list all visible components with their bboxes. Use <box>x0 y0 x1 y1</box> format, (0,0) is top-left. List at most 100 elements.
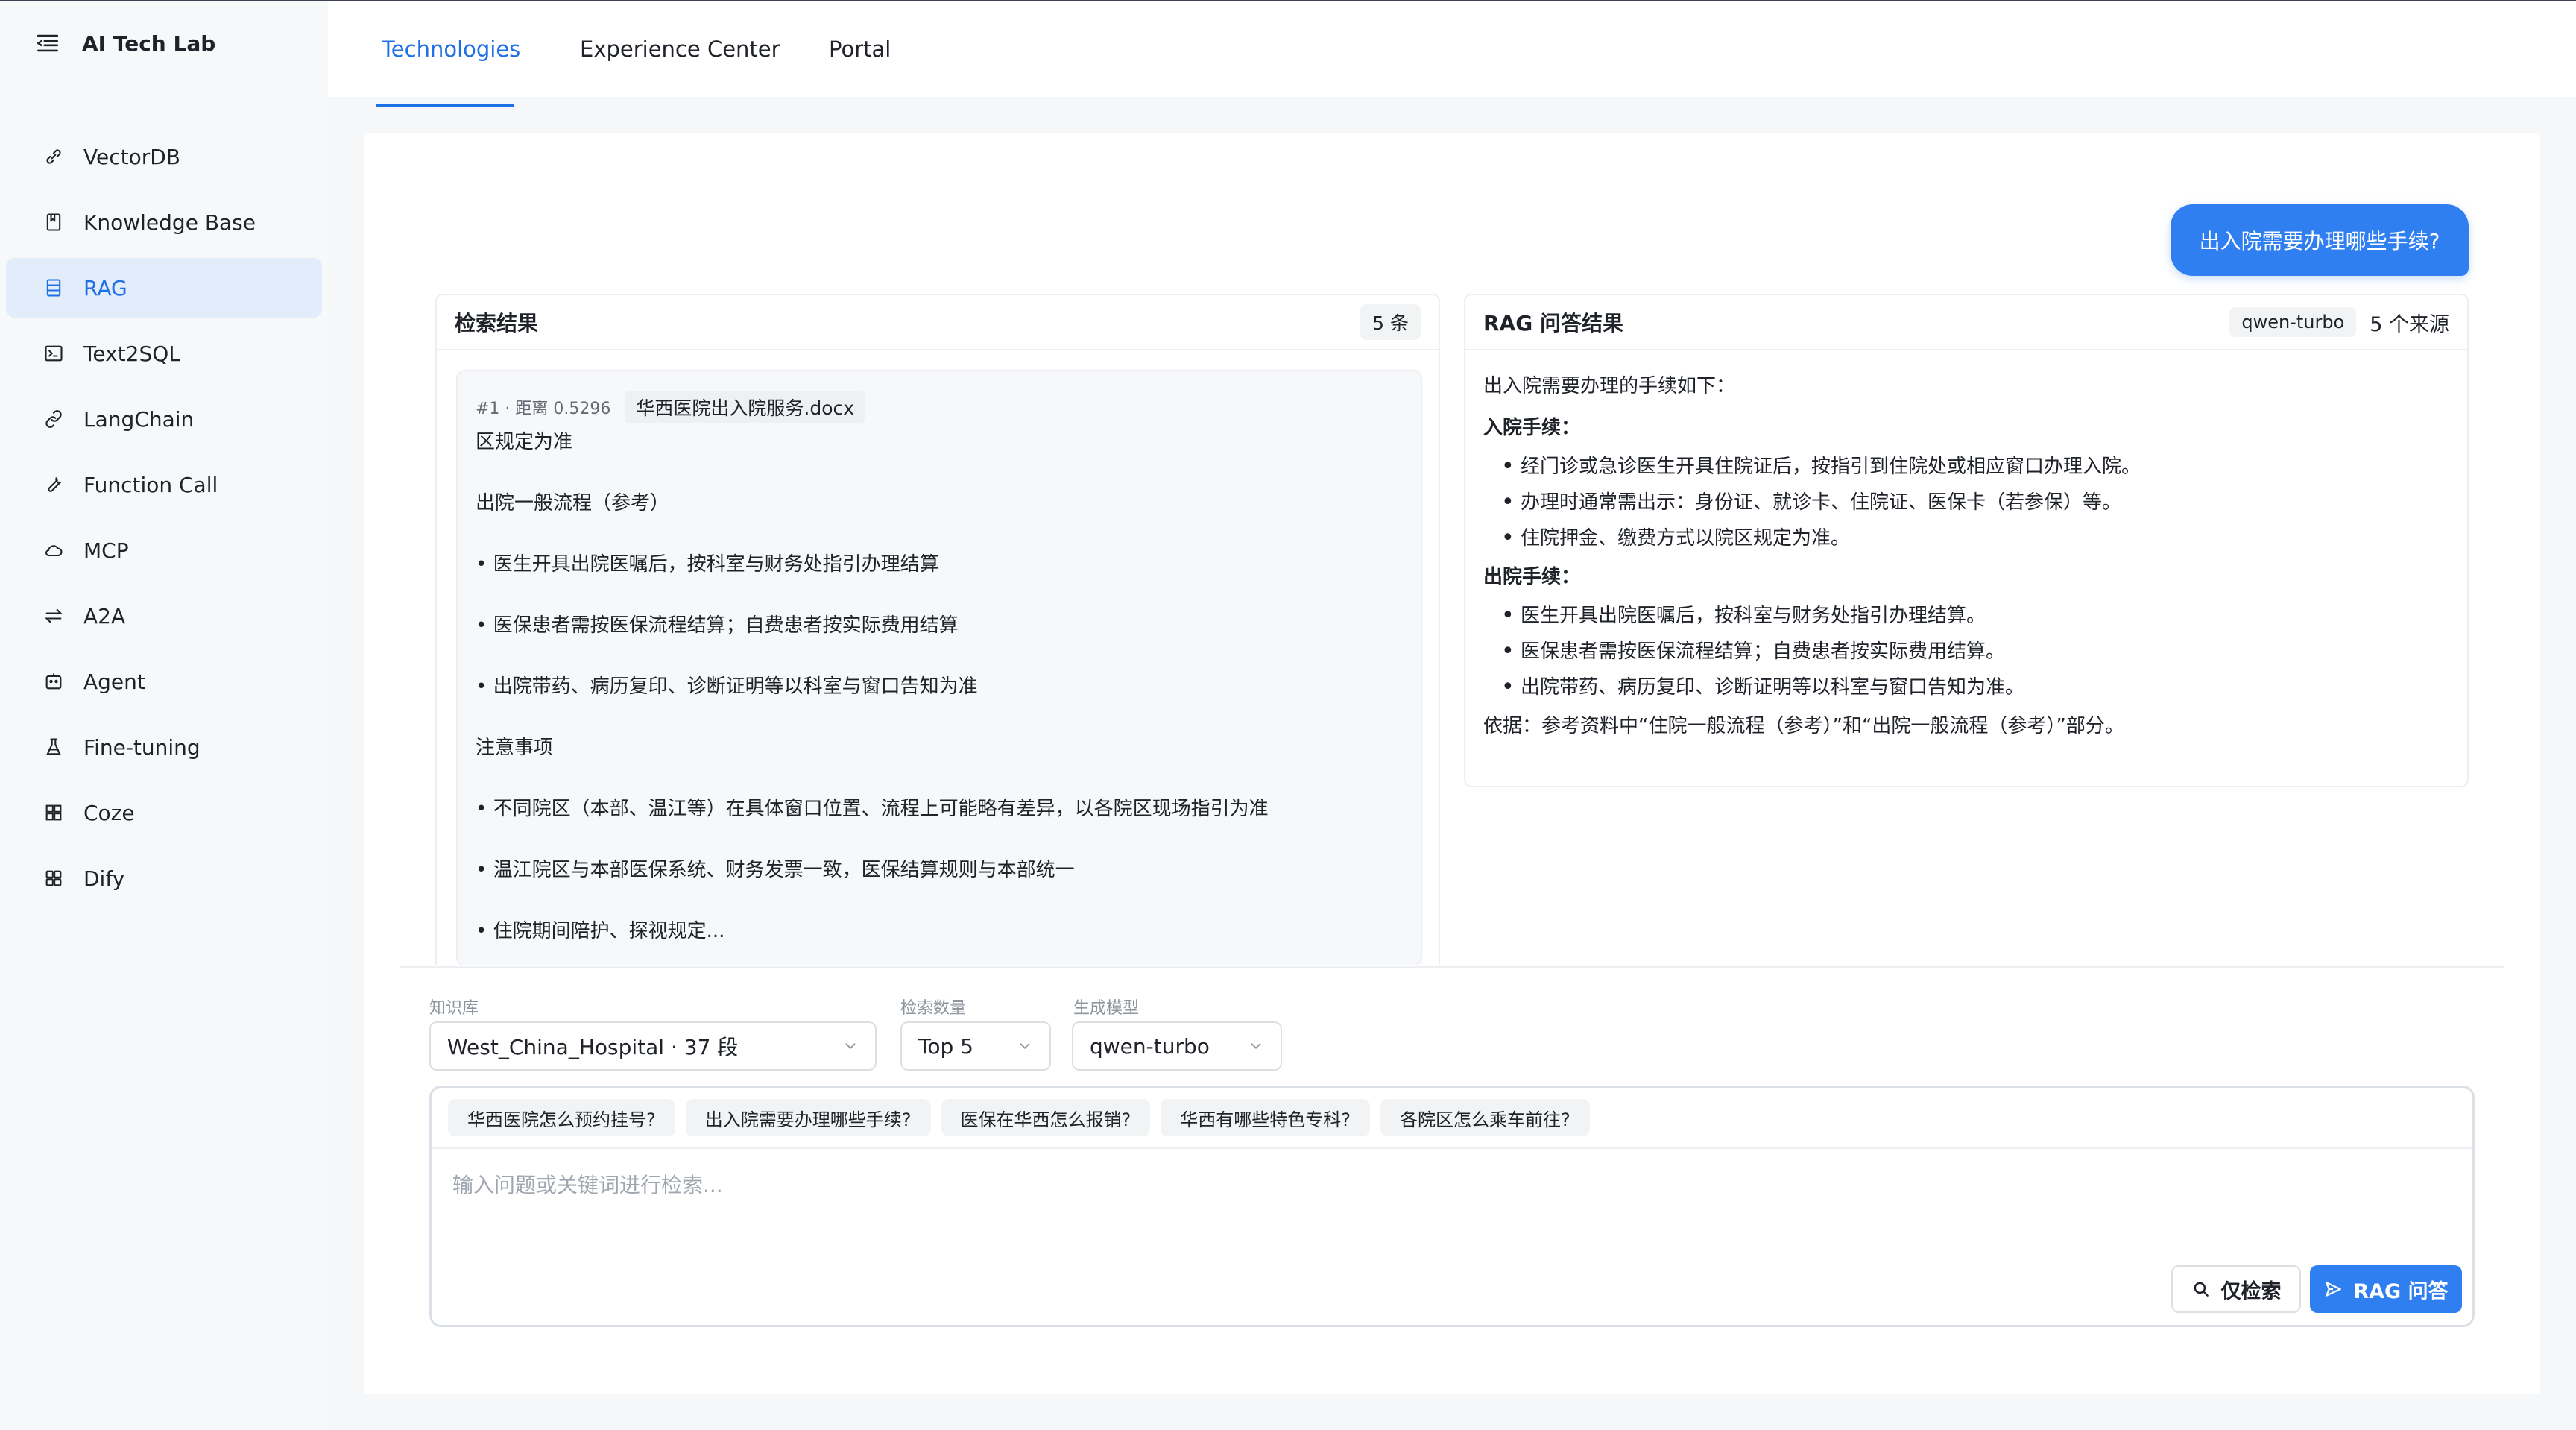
button-label: 仅检索 <box>2220 1279 2282 1303</box>
grid-icon <box>42 801 66 825</box>
model-select[interactable]: qwen-turbo <box>1072 1021 1282 1071</box>
model-label: 生成模型 <box>1073 999 1140 1018</box>
panel-header: 检索结果 5 条 <box>437 295 1439 350</box>
list-item: 出院带药、病历复印、诊断证明等以科室与窗口告知为准。 <box>1501 670 2449 705</box>
search-icon <box>2191 1279 2211 1299</box>
query-composer: 华西医院怎么预约挂号? 出入院需要办理哪些手续? 医保在华西怎么报销? 华西有哪… <box>429 1086 2475 1327</box>
list-item: 医生开具出院医嘱后，按科室与财务处指引办理结算。 <box>1501 598 2449 634</box>
select-value: West_China_Hospital · 37 段 <box>447 1035 739 1059</box>
admission-heading: 入院手续： <box>1483 417 1581 439</box>
answer-body: 出入院需要办理的手续如下： 入院手续： 经门诊或急诊医生开具住院证后，按指引到住… <box>1465 350 2467 762</box>
suggestion-chip[interactable]: 出入院需要办理哪些手续? <box>685 1099 931 1136</box>
retrieval-results-panel: 检索结果 5 条 #1 · 距离 0.5296 华西医院出入院服务.docx 区… <box>435 294 1440 965</box>
active-tab-indicator <box>376 104 514 107</box>
suggestion-chips: 华西医院怎么预约挂号? 出入院需要办理哪些手续? 医保在华西怎么报销? 华西有哪… <box>432 1088 2472 1149</box>
list-item: 经门诊或急诊医生开具住院证后，按指引到住院处或相应窗口办理入院。 <box>1501 449 2449 485</box>
menu-icon[interactable] <box>33 28 63 58</box>
panel-title: RAG 问答结果 <box>1483 311 1623 336</box>
swap-icon <box>42 604 66 628</box>
discharge-heading: 出院手续： <box>1483 566 1581 588</box>
result-card[interactable]: #1 · 距离 0.5296 华西医院出入院服务.docx 区规定为准 出院一般… <box>456 370 1422 965</box>
sidebar-item-label: Agent <box>83 669 145 694</box>
sidebar: AI Tech Lab VectorDB Knowledge Base RAG … <box>0 1 328 1430</box>
sidebar-item-dify[interactable]: Dify <box>6 848 322 908</box>
list-item: 医保患者需按医保流程结算；自费患者按实际费用结算。 <box>1501 634 2449 670</box>
database-icon <box>42 276 66 300</box>
result-line: • 温江院区与本部医保系统、财务发票一致，医保结算规则与本部统一 <box>476 859 1075 881</box>
source-document-badge: 华西医院出入院服务.docx <box>625 391 865 423</box>
sidebar-item-label: LangChain <box>83 406 195 432</box>
panel-title: 检索结果 <box>455 311 539 336</box>
sidebar-item-knowledge-base[interactable]: Knowledge Base <box>6 192 322 252</box>
select-value: qwen-turbo <box>1090 1033 1210 1059</box>
sidebar-item-label: Function Call <box>83 472 218 497</box>
rag-answer-button[interactable]: RAG 问答 <box>2310 1265 2462 1313</box>
sidebar-item-label: MCP <box>83 538 129 563</box>
sidebar-item-agent[interactable]: Agent <box>6 652 322 711</box>
sidebar-item-fine-tuning[interactable]: Fine-tuning <box>6 717 322 777</box>
kb-label: 知识库 <box>429 999 479 1018</box>
result-meta: #1 · 距离 0.5296 华西医院出入院服务.docx <box>476 391 865 423</box>
topk-label: 检索数量 <box>900 999 967 1018</box>
tool-icon <box>42 473 66 497</box>
section-divider <box>400 966 2504 968</box>
chevron-down-icon <box>845 1043 856 1050</box>
book-icon <box>42 210 66 234</box>
query-input[interactable] <box>452 1162 2450 1207</box>
sidebar-item-a2a[interactable]: A2A <box>6 586 322 646</box>
sidebar-item-mcp[interactable]: MCP <box>6 520 322 580</box>
app-title: AI Tech Lab <box>82 31 216 56</box>
sidebar-item-coze[interactable]: Coze <box>6 783 322 842</box>
sidebar-item-langchain[interactable]: LangChain <box>6 389 322 449</box>
panel-header: RAG 问答结果 qwen-turbo 5 个来源 <box>1465 295 2467 350</box>
admission-list: 经门诊或急诊医生开具住院证后，按指引到住院处或相应窗口办理入院。 办理时通常需出… <box>1483 449 2449 556</box>
sidebar-item-label: A2A <box>83 603 126 629</box>
sidebar-item-label: Dify <box>83 866 125 891</box>
suggestion-chip[interactable]: 华西有哪些特色专科? <box>1161 1099 1370 1136</box>
link-icon <box>42 145 66 168</box>
search-only-button[interactable]: 仅检索 <box>2171 1265 2301 1313</box>
sidebar-item-label: Knowledge Base <box>83 210 256 235</box>
knowledge-base-select[interactable]: West_China_Hospital · 37 段 <box>429 1021 877 1071</box>
sidebar-item-label: Text2SQL <box>83 341 180 366</box>
result-rank-distance: #1 · 距离 0.5296 <box>476 400 611 418</box>
terminal-icon <box>42 341 66 365</box>
result-line: • 医保患者需按医保流程结算；自费患者按实际费用结算 <box>476 614 959 637</box>
tab-portal[interactable]: Portal <box>829 1 891 97</box>
button-label: RAG 问答 <box>2353 1279 2449 1303</box>
result-line: • 不同院区（本部、温江等）在具体窗口位置、流程上可能略有差异，以各院区现场指引… <box>476 798 1269 820</box>
result-line: • 住院期间陪护、探视规定... <box>476 920 725 942</box>
result-text: 区规定为准 出院一般流程（参考） • 医生开具出院医嘱后，按科室与财务处指引办理… <box>476 431 1400 965</box>
suggestion-chip[interactable]: 各院区怎么乘车前往? <box>1380 1099 1590 1136</box>
sidebar-item-function-call[interactable]: Function Call <box>6 455 322 514</box>
answer-meta: qwen-turbo 5 个来源 <box>2229 307 2449 337</box>
sidebar-item-label: Fine-tuning <box>83 734 201 760</box>
suggestion-chip[interactable]: 华西医院怎么预约挂号? <box>448 1099 675 1136</box>
chevron-down-icon <box>1020 1043 1030 1050</box>
cloud-icon <box>42 538 66 562</box>
apps-icon <box>42 866 66 890</box>
send-icon <box>2323 1279 2343 1299</box>
chain-icon <box>42 407 66 431</box>
sidebar-item-vectordb[interactable]: VectorDB <box>6 127 322 186</box>
result-line: • 出院带药、病历复印、诊断证明等以科室与窗口告知为准 <box>476 675 978 698</box>
model-badge: qwen-turbo <box>2229 307 2357 337</box>
tab-technologies[interactable]: Technologies <box>382 1 520 97</box>
top-tab-bar: Technologies Experience Center Portal <box>328 1 2576 97</box>
list-item: 住院押金、缴费方式以院区规定为准。 <box>1501 520 2449 556</box>
list-item: 办理时通常需出示：身份证、就诊卡、住院证、医保卡（若参保）等。 <box>1501 485 2449 520</box>
sidebar-item-label: VectorDB <box>83 144 180 169</box>
discharge-list: 医生开具出院医嘱后，按科室与财务处指引办理结算。 医保患者需按医保流程结算；自费… <box>1483 598 2449 705</box>
tab-experience-center[interactable]: Experience Center <box>580 1 780 97</box>
chevron-down-icon <box>1251 1043 1261 1050</box>
rag-answer-panel: RAG 问答结果 qwen-turbo 5 个来源 出入院需要办理的手续如下： … <box>1464 294 2469 787</box>
top-k-select[interactable]: Top 5 <box>900 1021 1051 1071</box>
sidebar-item-label: RAG <box>83 275 127 300</box>
suggestion-chip[interactable]: 医保在华西怎么报销? <box>941 1099 1151 1136</box>
sidebar-item-text2sql[interactable]: Text2SQL <box>6 324 322 383</box>
robot-icon <box>42 670 66 693</box>
sidebar-item-rag[interactable]: RAG <box>6 258 322 318</box>
result-line: • 医生开具出院医嘱后，按科室与财务处指引办理结算 <box>476 553 939 576</box>
result-line: 区规定为准 <box>476 431 573 453</box>
sources-count[interactable]: 5 个来源 <box>2370 308 2449 337</box>
